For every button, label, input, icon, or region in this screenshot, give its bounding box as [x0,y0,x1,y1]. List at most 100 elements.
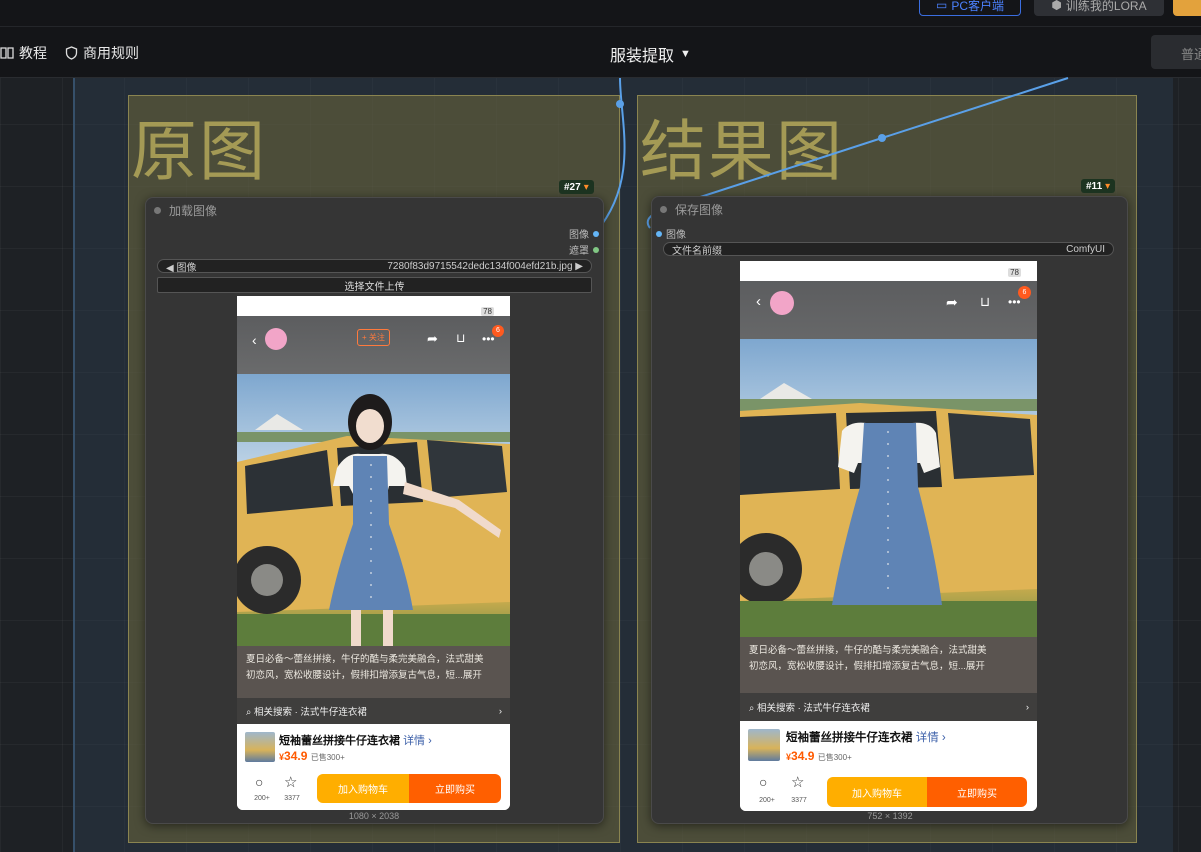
related-search-bar: ⌕ 相关搜索 · 法式牛仔连衣裙 › [740,693,1037,721]
product-price: ¥34.9 已售300+ [786,749,852,763]
add-to-cart-button: 加入购物车 [827,777,927,807]
filename-prefix-label: 文件名前缀 [672,245,722,257]
mode-select-label: 普通 [1181,47,1201,62]
load-image-node[interactable]: 加载图像 图像 遮罩 ◀ 图像 7280f83d9715542dedc134f0… [145,197,604,824]
more-icon: ••• [1008,295,1021,309]
sold-count: 已售300+ [310,753,345,762]
comment-icon: ○ [759,774,768,790]
train-lora-button[interactable]: ⬢ 训练我的LORA [1034,0,1164,16]
user-menu-button[interactable] [1173,0,1201,16]
mode-select[interactable]: 普通 [1151,35,1201,69]
book-icon [0,46,14,60]
collapse-dot-icon[interactable] [154,206,161,214]
battery-icon: 78 [481,307,494,316]
related-search-bar: ⌕ 相关搜索 · 法式牛仔连衣裙 › [237,698,510,724]
group-result-title: 结果图 [640,114,844,188]
battery-icon: 78 [1008,268,1021,277]
fox-icon: ▾ [583,181,589,193]
output-image[interactable]: 图像 [569,226,599,241]
cube-icon: ⬢ [1051,0,1062,12]
description-line-1: 夏日必备～蕾丝拼接，牛仔的酷与柔完美融合，法式甜美 [749,645,987,656]
follow-button: + 关注 [357,329,390,346]
cart-icon: ⊔ [980,294,991,309]
signal-icon: ≋ ıll [978,267,995,277]
product-title: 短袖蕾丝拼接牛仔连衣裙 详情 › [786,732,946,744]
chevron-right-icon: › [498,705,502,717]
image-port-icon[interactable] [593,230,599,237]
output-image-label: 图像 [569,230,589,241]
search-icon: ⌕ [246,707,252,718]
avatar [770,291,794,315]
monitor-icon: ▭ [935,0,948,12]
avatar [265,328,287,350]
fox-icon: ▾ [1105,180,1111,192]
save-image-node-title: 保存图像 [675,202,724,217]
pc-client-button[interactable]: ▭ PC客户端 [919,0,1021,16]
result-image-preview: 23:11 78 ≋ ıll ‹ ➦ ⊔ ••• 6 夏日必备～蕾丝拼接，牛仔的… [740,261,1037,811]
input-image[interactable]: 图像 [656,226,686,241]
loaded-image-preview: 23:11 78 ≋ ıll ‹ + 关注 ➦ ⊔ ••• 6 夏日必备～蕾丝拼… [237,296,510,810]
image-select-left: ◀ 图像 [166,262,197,274]
input-image-label: 图像 [666,230,686,241]
top-divider [0,26,1201,27]
node-11-badge: #11 ▾ [1081,179,1116,193]
tutorial-link[interactable]: 教程 [0,43,47,63]
commercial-rules-link[interactable]: 商用规则 [65,43,139,63]
cart-badge: 6 [1018,286,1031,299]
pc-client-label: PC客户端 [951,0,1004,13]
related-search-text: ⌕ 相关搜索 · 法式牛仔连衣裙 [246,707,367,718]
upload-button[interactable]: 选择文件上传 [157,277,592,293]
product-card: 短袖蕾丝拼接牛仔连衣裙 详情 › ¥34.9 已售300+ ○ 200+ ☆ 3… [740,721,1037,811]
comments-count: 200+ [254,795,270,802]
add-to-cart-button: 加入购物车 [317,774,409,803]
details-link: 详情 › [403,735,432,747]
load-image-node-header[interactable]: 加载图像 [146,198,603,222]
image-select-widget[interactable]: ◀ 图像 7280f83d9715542dedc134f004efd21b.jp… [157,259,592,274]
image-port-icon[interactable] [656,230,662,237]
signal-icon: ≋ ıll [453,306,470,316]
image-dimensions: 752 × 1392 [867,811,913,821]
description-line-2: 初恋风，宽松收腰设计，假排扣增添复古气息，短...展开 [246,670,482,681]
favorites-count: 3377 [284,795,300,802]
load-image-node-title: 加载图像 [169,203,218,218]
train-lora-label: 训练我的LORA [1065,0,1147,13]
product-title: 短袖蕾丝拼接牛仔连衣裙 详情 › [279,735,432,747]
group-original-title: 原图 [131,114,267,188]
output-mask[interactable]: 遮罩 [569,242,599,257]
buy-now-button: 立即购买 [927,777,1027,807]
collapse-dot-icon[interactable] [660,205,667,213]
product-photo [237,374,510,646]
image-select-value: 7280f83d9715542dedc134f004efd21b.jpg ▶ [387,260,583,272]
sold-count: 已售300+ [817,753,852,762]
workflow-title-dropdown[interactable]: 服装提取 ▼ [610,42,691,66]
comfyui-workspace: ▭ PC客户端 ⬢ 训练我的LORA 教程 商用规则 服装提取 ▼ 普通 原图 … [0,0,1201,852]
top-bar: ▭ PC客户端 ⬢ 训练我的LORA 教程 商用规则 服装提取 ▼ 普通 [0,0,1201,78]
mask-port-icon[interactable] [593,246,599,253]
description-line-2: 初恋风，宽松收腰设计，假排扣增添复古气息，短...展开 [749,661,985,672]
phone-time: 23:11 [257,308,283,319]
filename-prefix-widget[interactable]: 文件名前缀 ComfyUI [663,242,1114,257]
output-mask-label: 遮罩 [569,246,589,257]
shield-icon [65,46,78,60]
details-link: 详情 › [915,732,946,744]
caret-down-icon: ▼ [680,48,691,60]
save-image-node[interactable]: 保存图像 图像 文件名前缀 ComfyUI 23:11 78 ≋ ıll ‹ ➦… [651,196,1128,824]
back-icon: ‹ [252,332,257,348]
filename-prefix-value: ComfyUI [1066,243,1105,255]
chevron-right-icon: › [1025,701,1029,713]
tutorial-label: 教程 [19,45,47,61]
related-search-text: ⌕ 相关搜索 · 法式牛仔连衣裙 [749,703,870,714]
product-description: 夏日必备～蕾丝拼接，牛仔的酷与柔完美融合，法式甜美 初恋风，宽松收腰设计，假排扣… [237,646,510,698]
phone-time: 23:11 [760,269,786,280]
favorites-count: 3377 [791,797,807,804]
image-dimensions: 1080 × 2038 [348,811,400,821]
product-thumbnail [245,732,275,762]
save-image-node-header[interactable]: 保存图像 [652,197,1127,221]
product-thumbnail [748,729,780,761]
share-icon: ➦ [427,331,438,346]
description-line-1: 夏日必备～蕾丝拼接，牛仔的酷与柔完美融合，法式甜美 [246,654,484,665]
share-icon: ➦ [946,294,958,310]
cart-badge: 6 [492,325,504,337]
search-icon: ⌕ [749,703,755,714]
commercial-rules-label: 商用规则 [83,45,139,61]
